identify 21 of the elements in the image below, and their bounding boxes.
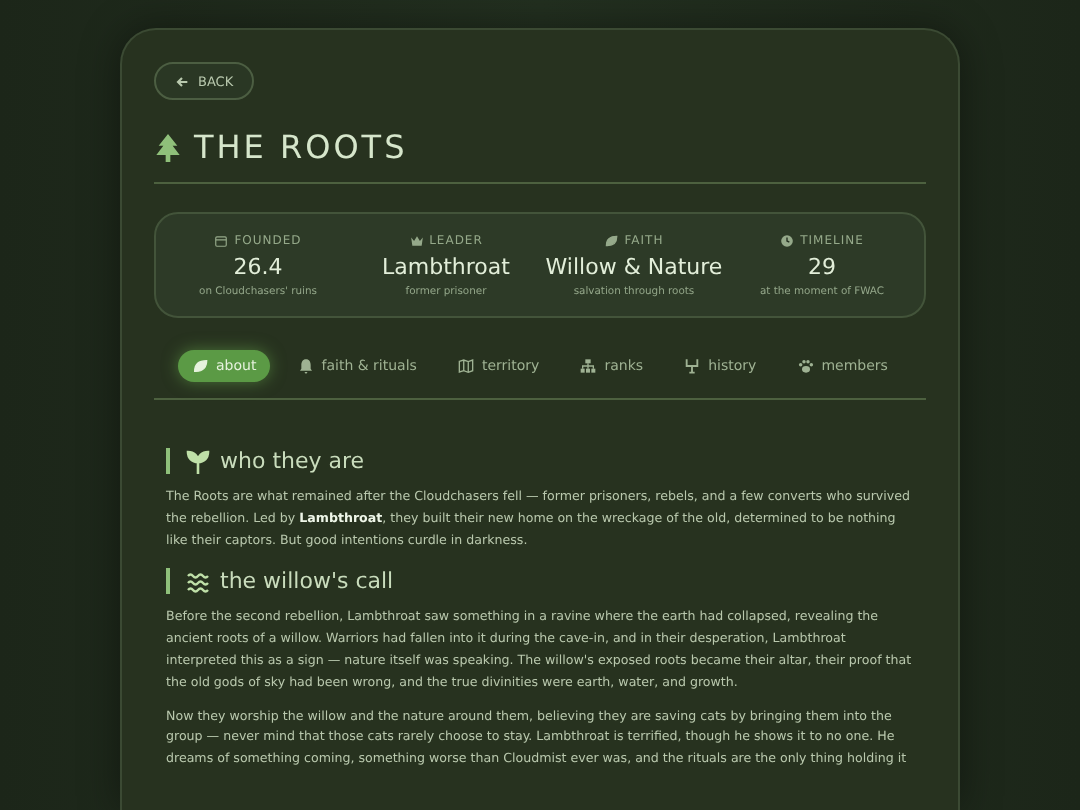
seedling-icon: [186, 449, 210, 473]
paw-icon: [797, 358, 814, 374]
leaf-icon: [604, 234, 619, 248]
calendar-icon: [214, 234, 229, 248]
tree-icon: [154, 131, 182, 163]
map-icon: [457, 358, 474, 374]
leaf-icon: [192, 358, 208, 374]
wave-lines-icon: [186, 569, 210, 594]
stat-value: 29: [808, 254, 836, 280]
bell-icon: [297, 358, 314, 374]
crown-icon: [409, 234, 424, 248]
clock-icon: [780, 234, 795, 248]
stat-value: Willow & Nature: [545, 254, 723, 280]
arrow-left-icon: [174, 73, 190, 89]
hierarchy-icon: [580, 358, 597, 374]
page-title: THE ROOTS: [194, 128, 408, 166]
branches-icon: [684, 358, 701, 374]
stat-value: Lambthroat: [382, 254, 510, 280]
section-heading: who they are: [166, 448, 914, 474]
section-heading: the willow's call: [166, 568, 914, 595]
stat-value: 26.4: [233, 254, 283, 280]
